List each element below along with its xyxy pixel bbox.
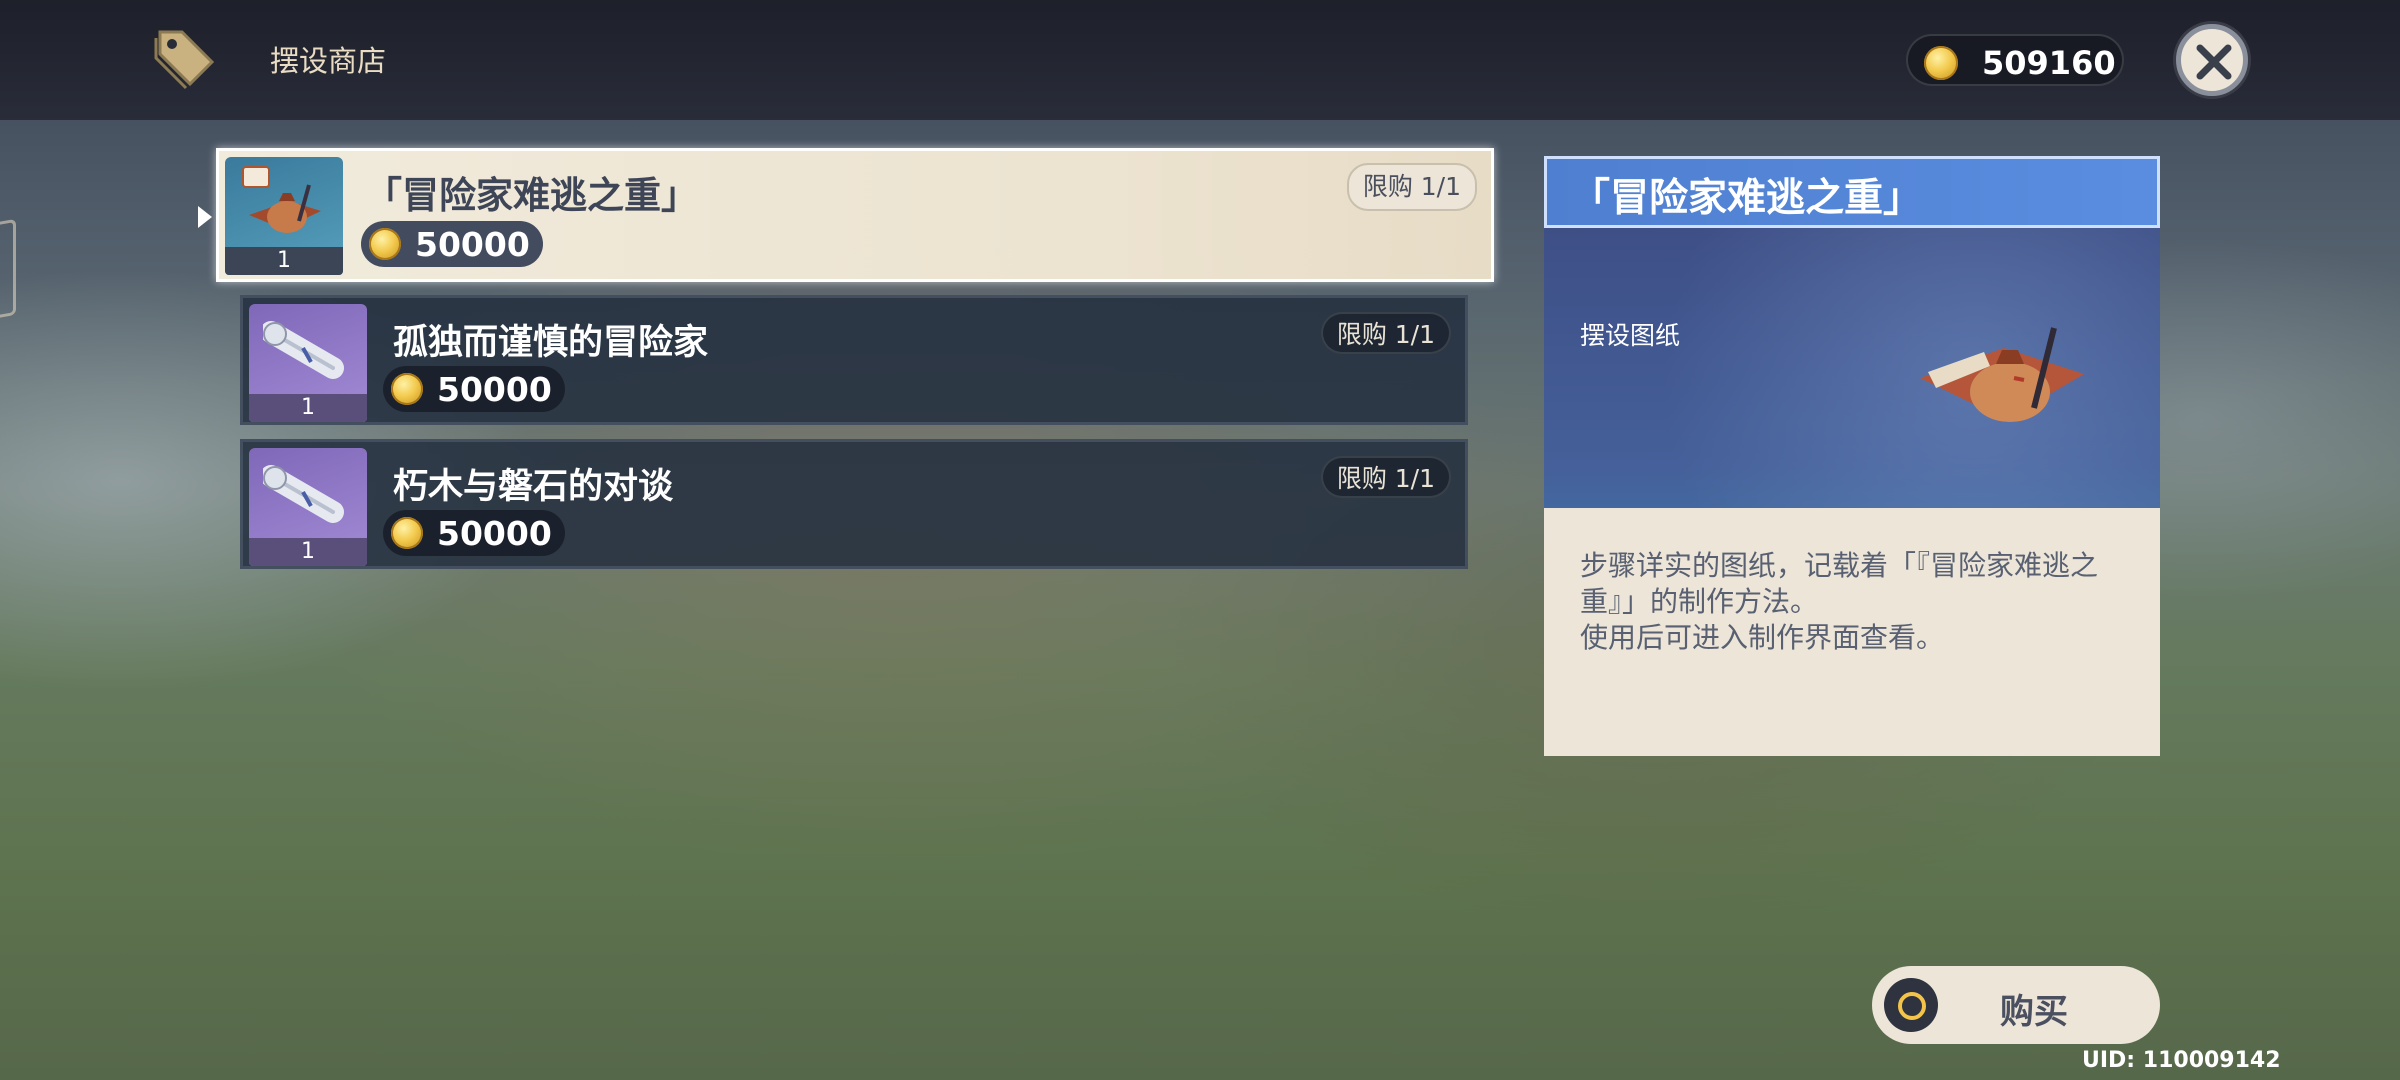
item-thumbnail: 1 [225,157,343,275]
close-icon [2196,44,2232,80]
mora-coin-icon [391,517,423,549]
item-count: 1 [249,394,367,422]
description-line: 步骤详实的图纸，记载着「『冒险家难逃之 [1580,549,2099,582]
price-tag: 50000 [383,366,565,412]
shop-item-2[interactable]: 1 孤独而谨慎的冒险家 50000 限购 1/1 [240,295,1468,425]
price-tag: 50000 [361,221,543,267]
detail-title: 「冒险家难逃之重」 [1571,176,1923,221]
shop-title: 摆设商店 [270,44,387,78]
tag-icon [150,24,222,96]
adventurer-bag-icon [239,165,329,249]
detail-description-box: 步骤详实的图纸，记载着「『冒险家难逃之 重』」的制作方法。 使用后可进入制作界面… [1544,508,2160,756]
top-bar: 摆设商店 509160 [0,0,2400,120]
shop-item-3[interactable]: 1 朽木与磐石的对谈 50000 限购 1/1 [240,439,1468,569]
price-value: 50000 [415,225,530,264]
item-title: 朽木与磐石的对谈 [393,467,674,507]
item-detail-panel: 「冒险家难逃之重」 摆设图纸 ★★★ 步骤详实的图纸，记载着「『冒险家难逃之 重… [1544,156,2160,756]
purchase-limit-badge: 限购 1/1 [1320,456,1451,498]
item-count: 1 [249,538,367,566]
blueprint-scroll-icon [260,456,353,540]
description-line: 重』」的制作方法。 [1580,585,1819,618]
item-thumbnail: 1 [249,448,367,566]
buy-button[interactable]: 购买 [1872,966,2160,1044]
price-value: 50000 [437,514,552,553]
side-tab-decoration [0,218,16,322]
price-tag: 50000 [383,510,565,556]
uid-label: UID: 110009142 [2082,1048,2281,1073]
selection-arrow-icon [196,204,214,234]
detail-item-type: 摆设图纸 [1580,321,1681,350]
close-button[interactable] [2176,24,2248,96]
item-title: 孤独而谨慎的冒险家 [393,323,709,363]
price-value: 50000 [437,370,552,409]
item-title: 「冒险家难逃之重」 [365,174,698,217]
controller-button-icon [1884,978,1938,1032]
detail-header: 「冒险家难逃之重」 [1544,156,2160,228]
mora-coin-icon [1924,46,1958,80]
currency-amount: 509160 [1982,44,2116,82]
purchase-limit-badge: 限购 1/1 [1320,312,1451,354]
buy-label: 购买 [2000,992,2068,1032]
mora-coin-icon [391,373,423,405]
currency-display: 509160 [1906,34,2124,86]
item-thumbnail: 1 [249,304,367,422]
description-line: 使用后可进入制作界面查看。 [1580,621,1945,654]
mora-coin-icon [369,228,401,260]
adventurer-bag-icon [1920,327,2084,422]
blueprint-scroll-icon [260,312,353,396]
shop-item-1[interactable]: 1 「冒险家难逃之重」 50000 限购 1/1 [216,148,1494,282]
purchase-limit-badge: 限购 1/1 [1346,163,1477,211]
detail-description: 步骤详实的图纸，记载着「『冒险家难逃之 重』」的制作方法。 使用后可进入制作界面… [1580,548,2140,656]
item-count: 1 [225,247,343,275]
